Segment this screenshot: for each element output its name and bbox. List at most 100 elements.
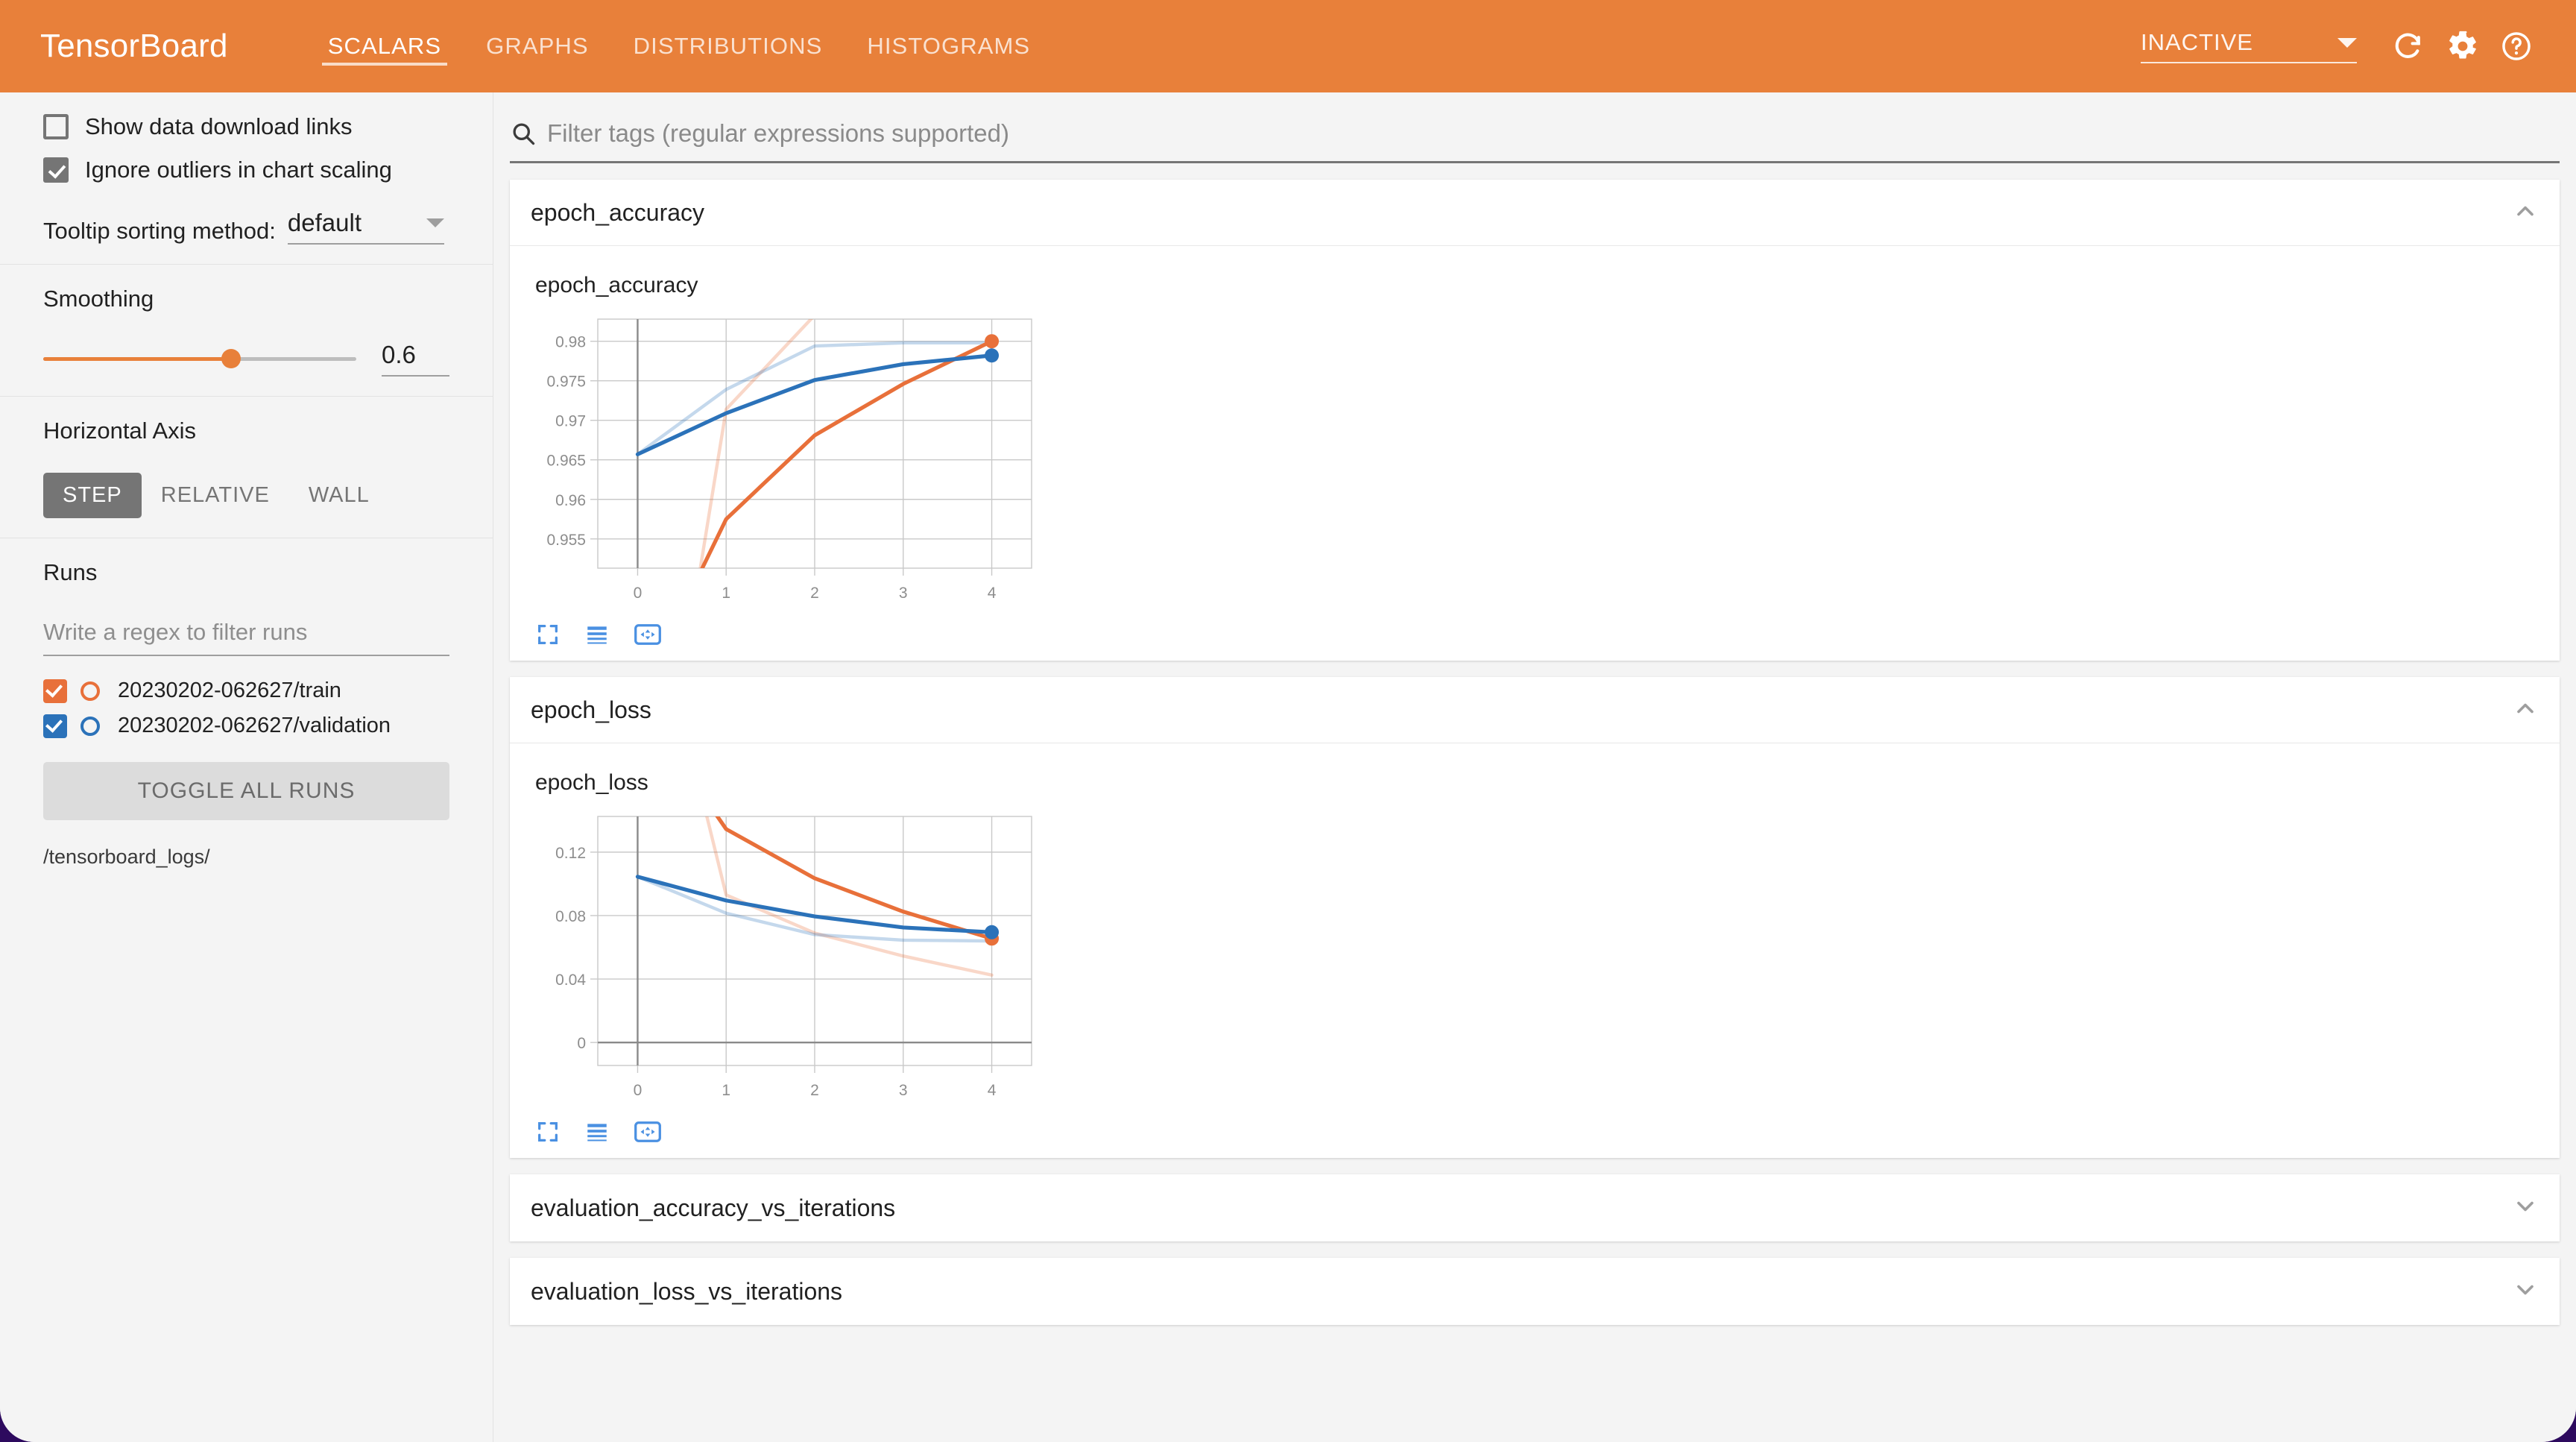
run-name-train: 20230202-062627/train	[118, 679, 341, 702]
show-download-links-row[interactable]: Show data download links	[43, 113, 449, 140]
card-header-evaluation-loss-vs-iterations[interactable]: evaluation_loss_vs_iterations	[510, 1258, 2560, 1325]
tab-graphs[interactable]: GRAPHS	[464, 0, 611, 92]
smoothing-value-input[interactable]: 0.6	[382, 341, 449, 377]
svg-text:1: 1	[722, 585, 730, 602]
chart-title-epoch-accuracy: epoch_accuracy	[535, 273, 698, 297]
tooltip-sorting-value: default	[287, 209, 362, 236]
svg-text:0.98: 0.98	[555, 334, 586, 351]
slider-fill	[43, 357, 231, 361]
horizontal-axis-section: Horizontal Axis STEP RELATIVE WALL	[0, 397, 493, 538]
tag-filter-bar	[510, 115, 2560, 163]
svg-text:1: 1	[722, 1082, 730, 1099]
reload-status-value: INACTIVE	[2141, 29, 2253, 55]
help-icon[interactable]	[2490, 19, 2543, 73]
expand-chart-icon[interactable]	[535, 1119, 561, 1145]
card-header-epoch-accuracy[interactable]: epoch_accuracy	[510, 180, 2560, 246]
tab-distributions[interactable]: DISTRIBUTIONS	[611, 0, 845, 92]
runs-filter-input[interactable]	[43, 614, 449, 656]
card-epoch-loss: epoch_loss epoch_loss 0 0.04 0.08 0.12 0 1 2 3 4	[510, 677, 2560, 1158]
pan-reset-icon[interactable]	[634, 622, 662, 647]
svg-text:3: 3	[899, 585, 908, 602]
chart-title-epoch-loss: epoch_loss	[535, 770, 648, 795]
ignore-outliers-checkbox[interactable]	[43, 157, 69, 183]
main-content: epoch_accuracy epoch_accuracy 0.955 0.96 0…	[493, 92, 2576, 1442]
nav-tabs: SCALARS GRAPHS DISTRIBUTIONS HISTOGRAMS	[306, 0, 1053, 92]
tab-scalars[interactable]: SCALARS	[306, 0, 464, 92]
svg-text:0.975: 0.975	[546, 374, 586, 391]
ignore-outliers-row[interactable]: Ignore outliers in chart scaling	[43, 157, 449, 183]
toggle-axis-scale-icon[interactable]	[584, 1119, 610, 1145]
runs-title: Runs	[43, 559, 98, 585]
svg-text:0.12: 0.12	[555, 845, 586, 862]
run-item-train[interactable]: 20230202-062627/train	[43, 679, 449, 703]
tensorboard-window: TensorBoard SCALARS GRAPHS DISTRIBUTIONS…	[0, 0, 2576, 1442]
chart-epoch-loss[interactable]: 0 0.04 0.08 0.12 0 1 2 3 4	[517, 803, 2560, 1116]
chevron-down-icon	[2337, 37, 2357, 48]
display-options-section: Show data download links Ignore outliers…	[0, 92, 493, 265]
plot-epoch-loss[interactable]: 0 0.04 0.08 0.12 0 1 2 3 4	[517, 803, 1054, 1116]
runs-section: Runs 20230202-062627/train 20230202-0626…	[0, 538, 493, 888]
horizontal-axis-title: Horizontal Axis	[43, 418, 197, 444]
svg-text:0: 0	[634, 585, 643, 602]
chevron-down-icon	[426, 218, 444, 227]
slider-knob[interactable]	[221, 349, 241, 368]
card-title-evaluation-accuracy-vs-iterations: evaluation_accuracy_vs_iterations	[531, 1194, 896, 1221]
card-header-epoch-loss[interactable]: epoch_loss	[510, 677, 2560, 743]
axis-option-relative[interactable]: RELATIVE	[142, 473, 289, 518]
run-color-circle-validation[interactable]	[80, 716, 100, 736]
smoothing-slider[interactable]	[43, 346, 356, 371]
svg-text:2: 2	[810, 585, 819, 602]
axis-option-wall[interactable]: WALL	[289, 473, 389, 518]
reload-status-select[interactable]: INACTIVE	[2141, 29, 2357, 63]
tab-histograms[interactable]: HISTOGRAMS	[845, 0, 1052, 92]
axis-option-step[interactable]: STEP	[43, 473, 142, 518]
chevron-down-icon[interactable]	[2512, 1193, 2539, 1224]
sidebar: Show data download links Ignore outliers…	[0, 92, 493, 1442]
svg-text:0.04: 0.04	[555, 972, 586, 989]
card-title-epoch-loss: epoch_loss	[531, 696, 651, 723]
tag-filter-input[interactable]	[547, 115, 2560, 152]
card-evaluation-accuracy-vs-iterations: evaluation_accuracy_vs_iterations	[510, 1174, 2560, 1241]
search-icon	[513, 123, 535, 145]
svg-text:0.955: 0.955	[546, 532, 586, 549]
run-checkbox-validation[interactable]	[43, 714, 67, 738]
app-header: TensorBoard SCALARS GRAPHS DISTRIBUTIONS…	[0, 0, 2576, 92]
tooltip-sorting-select[interactable]: default	[287, 209, 444, 245]
smoothing-section: Smoothing 0.6	[0, 265, 493, 397]
svg-text:0: 0	[577, 1035, 586, 1052]
show-download-links-label: Show data download links	[85, 113, 353, 139]
header-actions: INACTIVE	[2141, 19, 2543, 73]
svg-text:0.965: 0.965	[546, 453, 586, 470]
ignore-outliers-label: Ignore outliers in chart scaling	[85, 157, 392, 183]
body-wrapper: Show data download links Ignore outliers…	[0, 92, 2576, 1442]
svg-text:0.08: 0.08	[555, 908, 586, 925]
svg-text:0: 0	[634, 1082, 643, 1099]
card-header-evaluation-accuracy-vs-iterations[interactable]: evaluation_accuracy_vs_iterations	[510, 1174, 2560, 1241]
svg-text:0.97: 0.97	[555, 413, 586, 430]
svg-text:0.96: 0.96	[555, 492, 586, 509]
show-download-links-checkbox[interactable]	[43, 114, 69, 139]
app-brand: TensorBoard	[40, 28, 228, 64]
chevron-up-icon[interactable]	[2512, 695, 2539, 725]
pan-reset-icon[interactable]	[634, 1119, 662, 1145]
chart-epoch-accuracy[interactable]: 0.955 0.96 0.965 0.97 0.975 0.98 0 1 2 3 4	[517, 306, 2560, 619]
toggle-axis-scale-icon[interactable]	[584, 622, 610, 647]
expand-chart-icon[interactable]	[535, 622, 561, 647]
run-color-circle-train[interactable]	[80, 681, 100, 701]
svg-text:2: 2	[810, 1082, 819, 1099]
plot-epoch-accuracy[interactable]: 0.955 0.96 0.965 0.97 0.975 0.98 0 1 2 3 4	[517, 306, 1054, 619]
svg-text:3: 3	[899, 1082, 908, 1099]
chart-controls-epoch-loss	[535, 1119, 2560, 1145]
chevron-up-icon[interactable]	[2512, 198, 2539, 228]
card-evaluation-loss-vs-iterations: evaluation_loss_vs_iterations	[510, 1258, 2560, 1325]
run-checkbox-train[interactable]	[43, 679, 67, 703]
toggle-all-runs-button[interactable]: TOGGLE ALL RUNS	[43, 762, 449, 820]
gear-icon[interactable]	[2436, 19, 2490, 73]
tooltip-sorting-row: Tooltip sorting method: default	[43, 209, 449, 245]
smoothing-row: 0.6	[43, 341, 449, 377]
chevron-down-icon[interactable]	[2512, 1276, 2539, 1307]
run-name-validation: 20230202-062627/validation	[118, 714, 391, 737]
refresh-icon[interactable]	[2382, 19, 2436, 73]
horizontal-axis-options: STEP RELATIVE WALL	[43, 473, 449, 518]
run-item-validation[interactable]: 20230202-062627/validation	[43, 714, 449, 738]
